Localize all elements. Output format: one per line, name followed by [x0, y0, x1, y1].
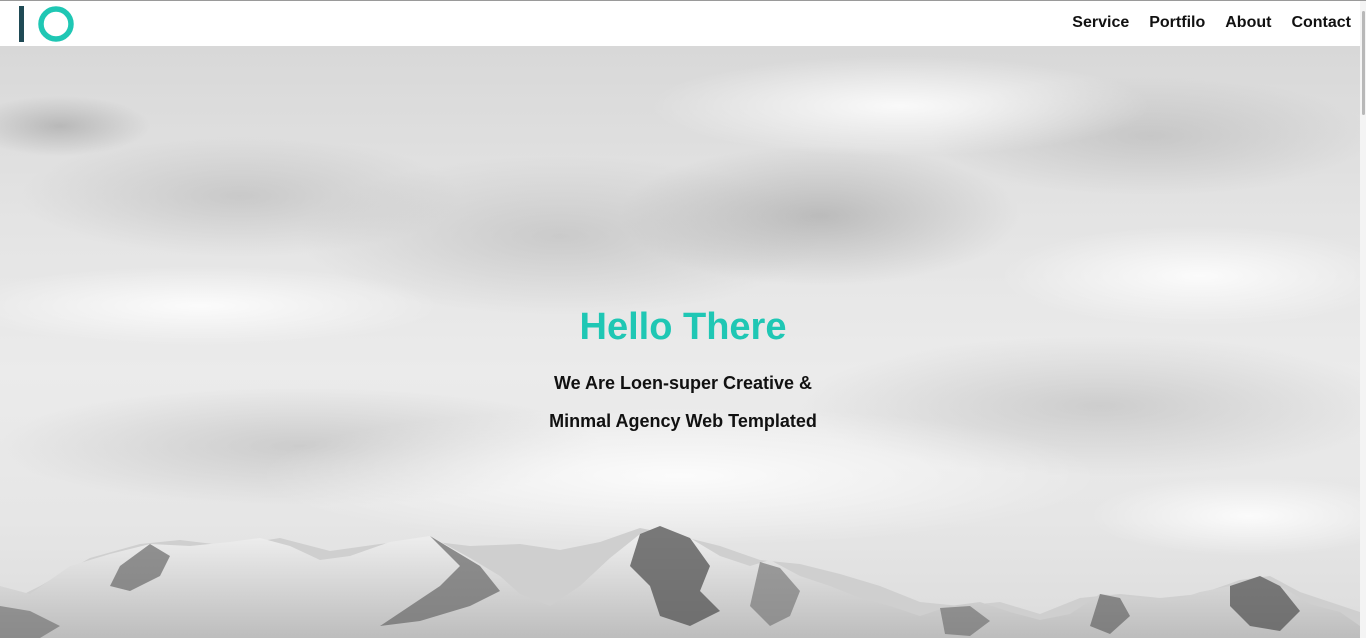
logo-icon[interactable] [18, 4, 78, 44]
hero-section: Hello There We Are Loen-super Creative &… [0, 46, 1360, 638]
nav-link-contact[interactable]: Contact [1291, 13, 1351, 33]
nav-link-about[interactable]: About [1225, 13, 1271, 33]
scrollbar-thumb[interactable] [1362, 11, 1365, 115]
vertical-scrollbar[interactable] [1360, 1, 1366, 638]
hero-subtitle-line2: Minmal Agency Web Templated [549, 411, 817, 431]
hero-text: Hello There We Are Loen-super Creative &… [0, 304, 1360, 440]
nav-link-service[interactable]: Service [1072, 13, 1129, 33]
navbar: Service Portfilo About Contact [0, 1, 1360, 46]
hero-title: Hello There [579, 306, 787, 348]
hero-subtitle-line1: We Are Loen-super Creative & [553, 373, 813, 393]
nav-link-portfolio[interactable]: Portfilo [1149, 13, 1205, 33]
main-nav: Service Portfilo About Contact [1052, 13, 1351, 33]
page: Service Portfilo About Contact Hello The… [0, 0, 1366, 638]
